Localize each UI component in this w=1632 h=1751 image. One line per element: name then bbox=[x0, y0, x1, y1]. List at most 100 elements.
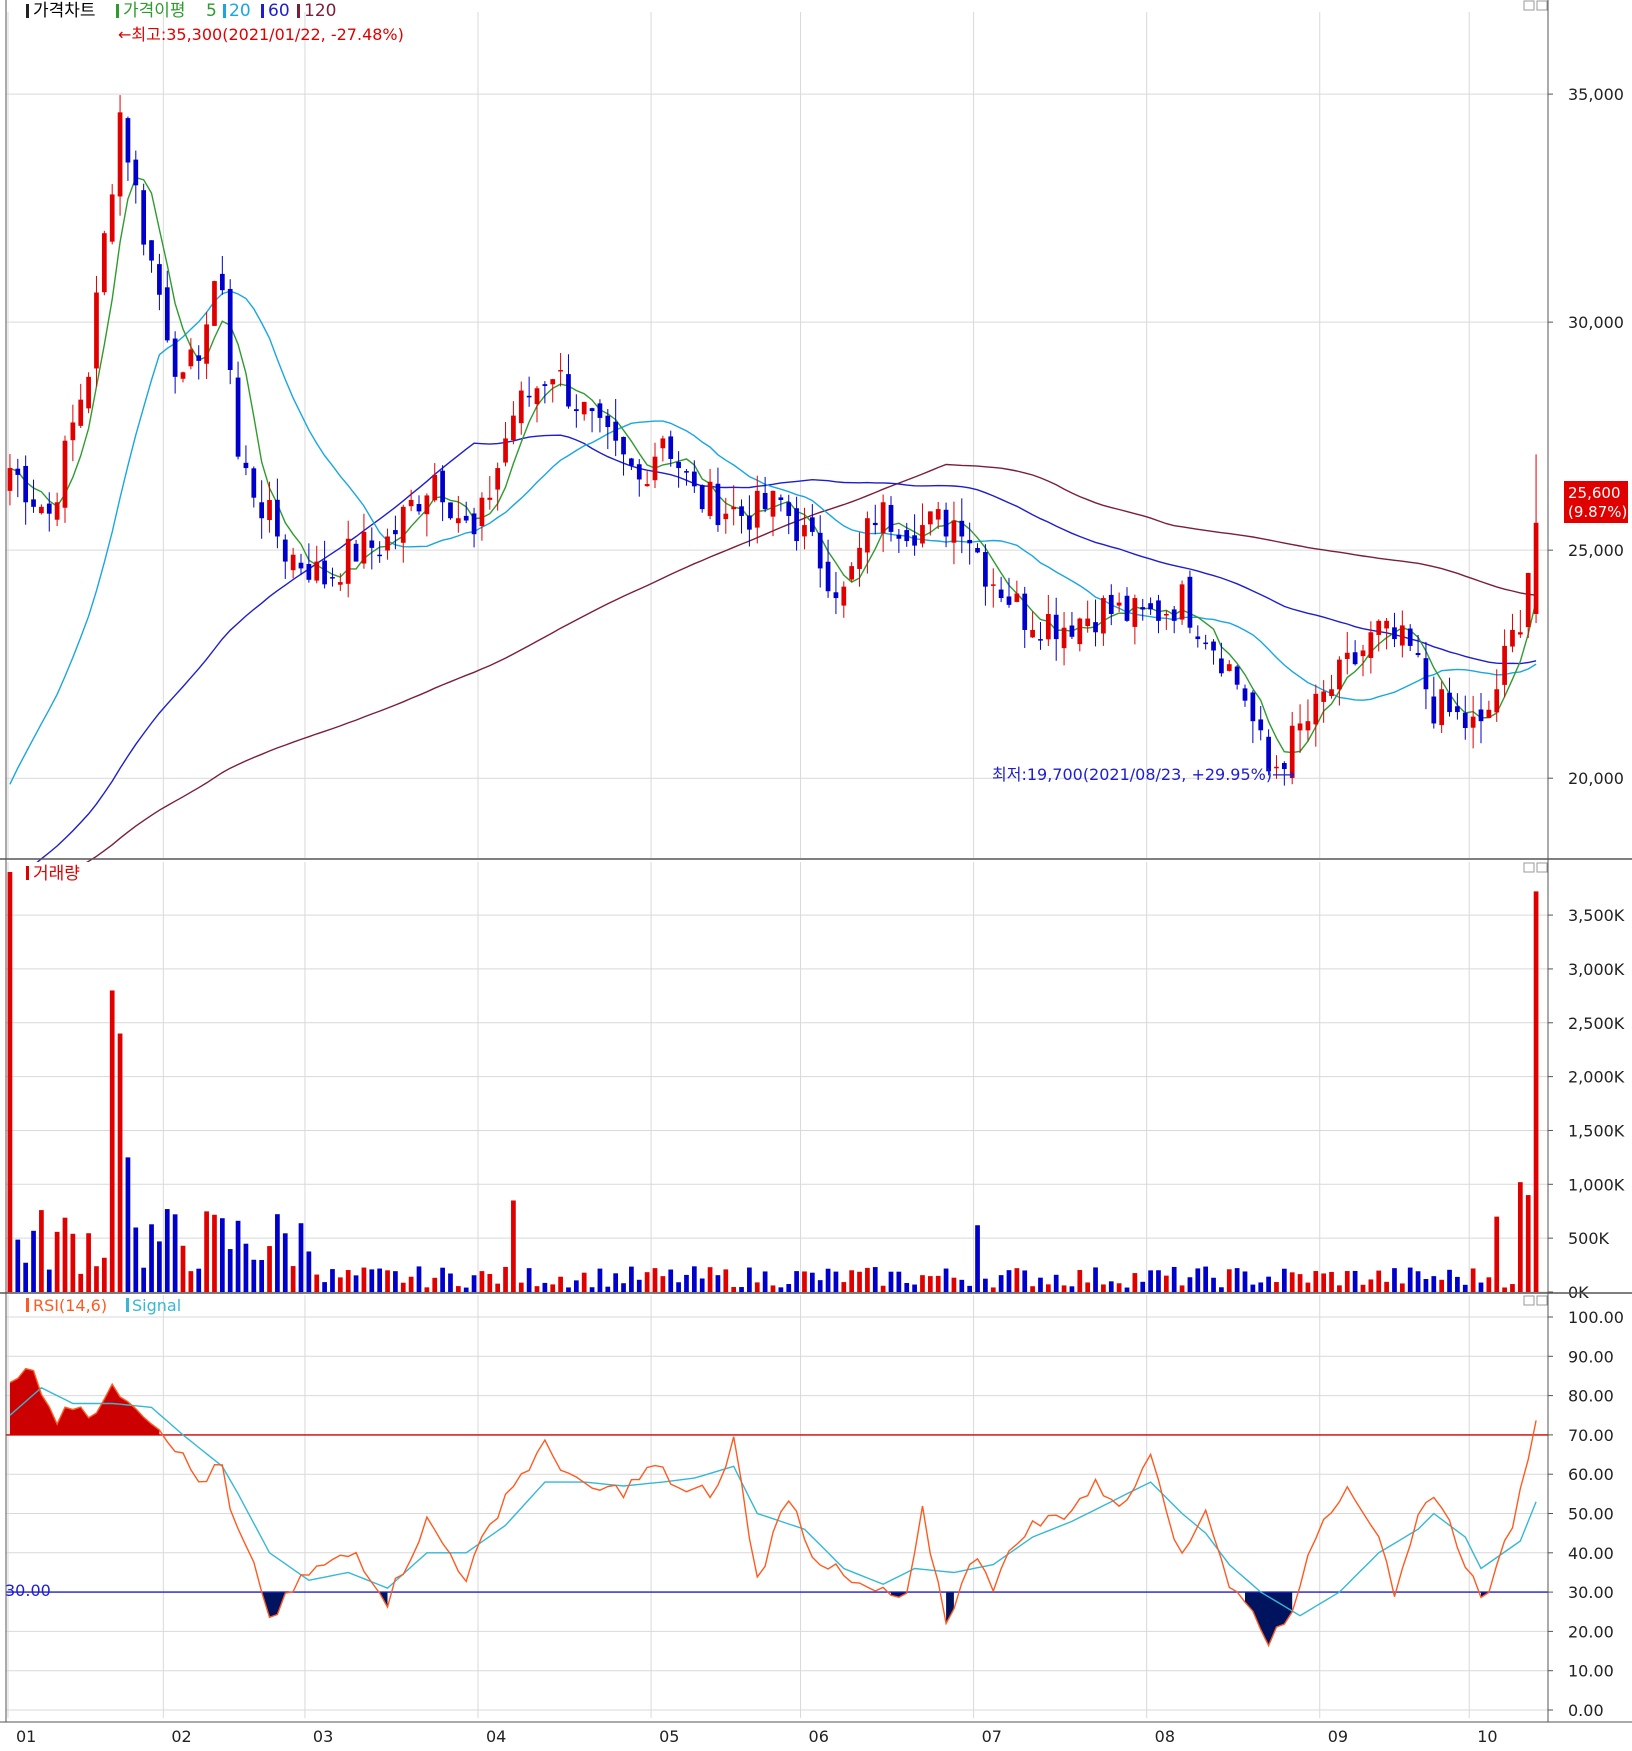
candle-body[interactable] bbox=[518, 390, 524, 424]
volume-bar[interactable] bbox=[684, 1274, 689, 1292]
candle-body[interactable] bbox=[1132, 598, 1138, 627]
candle-body[interactable] bbox=[778, 497, 784, 500]
candle-body[interactable] bbox=[558, 370, 563, 372]
candle-body[interactable] bbox=[951, 520, 957, 543]
candle-body[interactable] bbox=[322, 560, 327, 585]
volume-bar[interactable] bbox=[849, 1270, 855, 1292]
volume-legend[interactable]: 거래량 bbox=[26, 864, 80, 884]
volume-bar[interactable] bbox=[857, 1271, 862, 1292]
candle-body[interactable] bbox=[1415, 652, 1421, 656]
candle-body[interactable] bbox=[731, 506, 737, 510]
candle-body[interactable] bbox=[1038, 639, 1043, 641]
candle-body[interactable] bbox=[573, 409, 579, 412]
volume-bar[interactable] bbox=[739, 1287, 744, 1292]
candle-body[interactable] bbox=[251, 468, 257, 498]
candle-body[interactable] bbox=[676, 461, 681, 469]
candle-body[interactable] bbox=[172, 338, 178, 377]
candle-body[interactable] bbox=[1392, 627, 1397, 640]
candle-body[interactable] bbox=[487, 497, 493, 500]
volume-bar[interactable] bbox=[1171, 1266, 1177, 1292]
candle-body[interactable] bbox=[1195, 636, 1201, 640]
candle-body[interactable] bbox=[471, 513, 477, 535]
candle-body[interactable] bbox=[1085, 618, 1091, 627]
candle-body[interactable] bbox=[1494, 689, 1500, 713]
candle-body[interactable] bbox=[306, 563, 312, 580]
volume-bar[interactable] bbox=[322, 1282, 327, 1292]
volume-bar[interactable] bbox=[1242, 1271, 1248, 1292]
candle-body[interactable] bbox=[865, 518, 870, 553]
candle-body[interactable] bbox=[825, 561, 831, 592]
volume-bar[interactable] bbox=[1132, 1273, 1138, 1292]
candle-body[interactable] bbox=[1470, 716, 1476, 728]
candle-body[interactable] bbox=[1455, 706, 1460, 713]
volume-bar[interactable] bbox=[1344, 1271, 1350, 1292]
candle-body[interactable] bbox=[511, 415, 516, 441]
candle-body[interactable] bbox=[668, 436, 674, 459]
candle-body[interactable] bbox=[1486, 709, 1492, 719]
candle-body[interactable] bbox=[1014, 593, 1020, 602]
candle-body[interactable] bbox=[1407, 628, 1413, 646]
candle-body[interactable] bbox=[904, 530, 910, 542]
volume-bar[interactable] bbox=[251, 1259, 257, 1292]
volume-bar[interactable] bbox=[998, 1275, 1004, 1292]
candle-body[interactable] bbox=[235, 377, 241, 457]
volume-bar[interactable] bbox=[825, 1268, 831, 1292]
candle-body[interactable] bbox=[275, 499, 280, 537]
volume-bar[interactable] bbox=[1226, 1269, 1232, 1292]
volume-bar[interactable] bbox=[558, 1276, 563, 1292]
volume-bar[interactable] bbox=[676, 1282, 681, 1292]
volume-bar[interactable] bbox=[770, 1285, 776, 1292]
volume-bar[interactable] bbox=[959, 1279, 965, 1292]
volume-bar[interactable] bbox=[1093, 1267, 1098, 1292]
volume-bar[interactable] bbox=[235, 1220, 241, 1292]
volume-bar[interactable] bbox=[1179, 1285, 1185, 1292]
volume-bar[interactable] bbox=[149, 1224, 154, 1292]
volume-bar[interactable] bbox=[385, 1270, 390, 1292]
candle-body[interactable] bbox=[715, 483, 721, 526]
volume-bar[interactable] bbox=[369, 1269, 375, 1292]
volume-bar[interactable] bbox=[518, 1282, 524, 1292]
volume-bar[interactable] bbox=[39, 1210, 44, 1292]
candle-body[interactable] bbox=[109, 194, 115, 242]
volume-bar[interactable] bbox=[345, 1270, 351, 1292]
candle-body[interactable] bbox=[141, 190, 147, 245]
volume-bar[interactable] bbox=[432, 1277, 438, 1292]
candle-body[interactable] bbox=[1368, 632, 1374, 658]
volume-bar[interactable] bbox=[455, 1286, 461, 1292]
volume-bar[interactable] bbox=[699, 1278, 705, 1292]
volume-bar[interactable] bbox=[794, 1271, 799, 1292]
candle-body[interactable] bbox=[880, 502, 886, 534]
volume-bar[interactable] bbox=[212, 1214, 217, 1292]
candle-body[interactable] bbox=[935, 509, 941, 520]
candle-body[interactable] bbox=[455, 518, 461, 524]
volume-bar[interactable] bbox=[86, 1233, 91, 1292]
volume-bar[interactable] bbox=[1368, 1279, 1374, 1292]
volume-bar[interactable] bbox=[896, 1271, 902, 1292]
volume-bar[interactable] bbox=[1392, 1268, 1397, 1292]
candle-body[interactable] bbox=[691, 471, 697, 487]
candle-body[interactable] bbox=[1533, 522, 1539, 615]
volume-bar[interactable] bbox=[204, 1211, 209, 1292]
volume-bar[interactable] bbox=[1187, 1277, 1193, 1292]
volume-bar[interactable] bbox=[1478, 1282, 1484, 1292]
candle-body[interactable] bbox=[912, 535, 917, 546]
volume-bar[interactable] bbox=[920, 1275, 925, 1292]
candle-body[interactable] bbox=[1423, 658, 1429, 690]
candle-body[interactable] bbox=[39, 506, 44, 514]
volume-bar[interactable] bbox=[1101, 1284, 1106, 1292]
volume-bar[interactable] bbox=[1045, 1284, 1051, 1292]
volume-bar[interactable] bbox=[54, 1231, 60, 1292]
rsi-panel-close-button[interactable] bbox=[1536, 1295, 1548, 1306]
volume-bar[interactable] bbox=[1360, 1284, 1366, 1292]
candle-body[interactable] bbox=[1337, 659, 1342, 690]
candle-body[interactable] bbox=[448, 502, 453, 519]
volume-bar[interactable] bbox=[282, 1233, 288, 1292]
volume-bar[interactable] bbox=[983, 1278, 988, 1292]
candle-body[interactable] bbox=[78, 399, 84, 426]
volume-bar[interactable] bbox=[1085, 1282, 1091, 1292]
candle-body[interactable] bbox=[345, 538, 351, 584]
volume-bar[interactable] bbox=[526, 1268, 532, 1292]
candle-body[interactable] bbox=[1006, 596, 1012, 605]
volume-bar[interactable] bbox=[188, 1271, 194, 1292]
candle-body[interactable] bbox=[888, 504, 894, 532]
